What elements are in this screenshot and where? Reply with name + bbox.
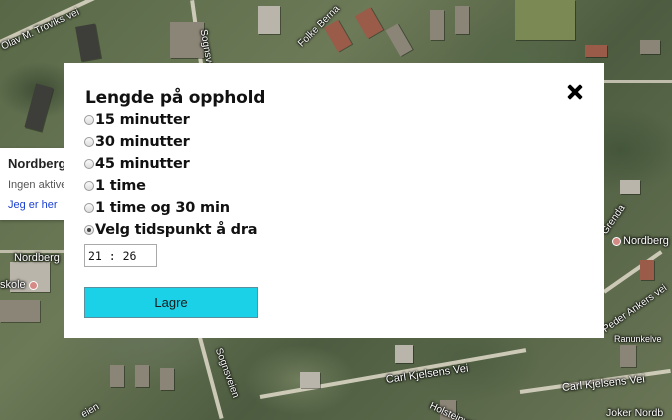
option-45-min[interactable]: 45 minutter xyxy=(84,154,190,174)
map-label-street: eien xyxy=(79,401,102,420)
option-30-min[interactable]: 30 minutter xyxy=(84,132,190,152)
option-label: 1 time og 30 min xyxy=(95,200,230,216)
map-label-street: Carl Kjelsens Vei xyxy=(561,373,646,394)
school-icon xyxy=(28,280,38,290)
option-choose-departure-time[interactable]: Velg tidspunkt å dra xyxy=(84,220,258,240)
map-label-street: Ranunkelve xyxy=(614,334,662,344)
radio-1-hour-30-min[interactable] xyxy=(84,203,94,213)
option-label: 15 minutter xyxy=(95,112,190,128)
radio-1-hour[interactable] xyxy=(84,181,94,191)
option-label: Velg tidspunkt å dra xyxy=(95,222,258,238)
option-label: 1 time xyxy=(95,178,146,194)
save-button[interactable]: Lagre xyxy=(84,287,258,318)
location-status: Ingen aktive xyxy=(8,179,68,191)
map-label-street: Sognsveien xyxy=(212,346,242,400)
option-1-hour[interactable]: 1 time xyxy=(84,176,146,196)
map-label-street: Peder Ankers vei xyxy=(600,282,670,336)
map-label-street: Olav M. Troviks vei xyxy=(0,6,81,53)
map-label-place: Nordberg xyxy=(612,235,669,247)
option-1-hour-30-min[interactable]: 1 time og 30 min xyxy=(84,198,230,218)
map-label-place: Joker Nordb xyxy=(606,407,664,419)
close-icon[interactable] xyxy=(566,83,584,101)
stay-duration-modal: Lengde på opphold 15 minutter 30 minutte… xyxy=(64,63,604,338)
map-label-place: Nordberg xyxy=(14,252,60,264)
modal-title: Lengde på opphold xyxy=(85,88,266,108)
option-label: 45 minutter xyxy=(95,156,190,172)
location-title: Nordberg xyxy=(8,156,67,171)
option-label: 30 minutter xyxy=(95,134,190,150)
church-icon xyxy=(612,236,621,246)
radio-30-min[interactable] xyxy=(84,137,94,147)
radio-45-min[interactable] xyxy=(84,159,94,169)
map-label-street: Holsteinveien xyxy=(427,400,487,420)
i-am-here-link[interactable]: Jeg er her xyxy=(8,199,58,211)
location-info-panel: Nordberg Ingen aktive Jeg er her xyxy=(0,148,70,220)
map-label-place: skole xyxy=(0,279,40,291)
radio-choose-departure-time[interactable] xyxy=(84,225,94,235)
option-15-min[interactable]: 15 minutter xyxy=(84,110,190,130)
radio-15-min[interactable] xyxy=(84,115,94,125)
departure-time-input[interactable]: 21 : 26 xyxy=(84,244,157,267)
